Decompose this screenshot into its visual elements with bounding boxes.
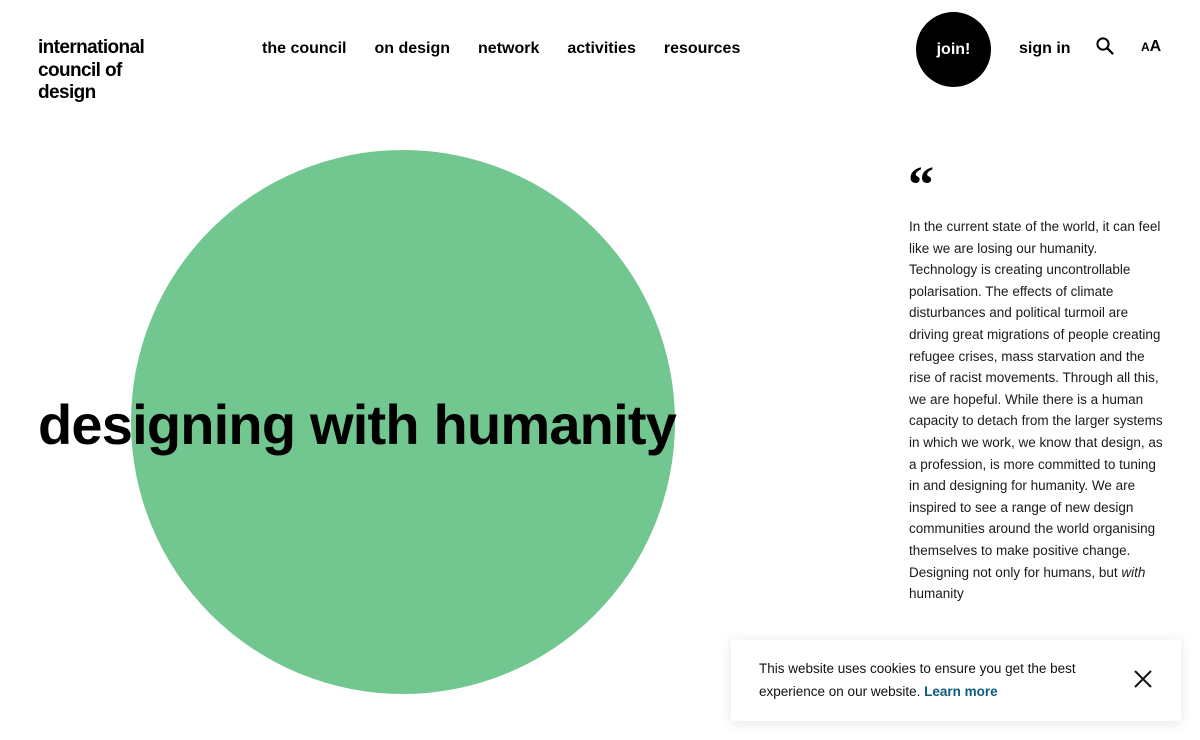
nav-item-resources[interactable]: resources (664, 39, 741, 59)
quote-ending: humanity (909, 586, 964, 602)
nav-item-activities[interactable]: activities (567, 39, 635, 59)
join-button[interactable]: join! (916, 12, 991, 87)
cookie-message-text: This website uses cookies to ensure you … (759, 661, 1076, 699)
nav-item-the-council[interactable]: the council (262, 39, 346, 59)
quote-emphasis: with (1121, 564, 1146, 580)
nav-item-on-design[interactable]: on design (374, 39, 450, 59)
site-logo[interactable]: international council of design (38, 37, 198, 105)
hero-title: designing with humanity (38, 393, 677, 456)
quote-body: In the current state of the world, it ca… (909, 219, 1163, 580)
text-size-small: A (1141, 40, 1150, 54)
quote-text: In the current state of the world, it ca… (909, 216, 1165, 605)
search-icon-glyph (1096, 37, 1114, 55)
cookie-banner: This website uses cookies to ensure you … (731, 640, 1181, 721)
close-icon[interactable] (1132, 668, 1154, 690)
close-icon-glyph (1134, 670, 1152, 688)
text-size-large: A (1149, 38, 1162, 55)
logo-line: council of (38, 59, 122, 81)
search-icon[interactable] (1094, 35, 1116, 57)
learn-more-link[interactable]: Learn more (924, 684, 998, 699)
quote-mark: “ (908, 157, 934, 214)
logo-line: international (38, 37, 145, 58)
cookie-message: This website uses cookies to ensure you … (759, 657, 1119, 703)
main-nav: the council on design network activities… (262, 39, 740, 59)
logo-line: design (38, 82, 96, 103)
nav-item-network[interactable]: network (478, 39, 539, 59)
text-size-toggle[interactable]: AA (1141, 38, 1161, 56)
sign-in-link[interactable]: sign in (1019, 39, 1071, 59)
